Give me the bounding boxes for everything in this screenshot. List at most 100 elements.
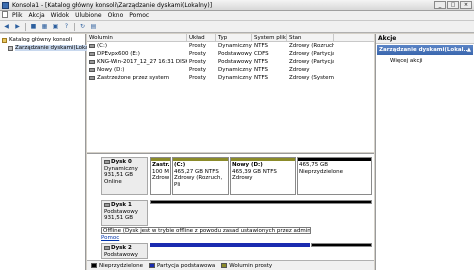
volume-row[interactable]: KNG-Win-2017_12_27 16:31 DISK_01 Prosty … <box>87 58 374 66</box>
tree-item-disk-management[interactable]: Zarządzanie dyskami(Lokalny) <box>0 44 99 52</box>
disk-row-1: Dysk 1 Podstawowy 931,51 GB Offline (Dys… <box>87 200 374 241</box>
volume-layout: Prosty <box>189 59 207 65</box>
menu-pomoc[interactable]: Pomoc <box>129 12 149 19</box>
volume-status: Zdrowy (Rozruch, Plik stron <box>289 43 334 49</box>
volume-name: Zastrzeżone przez system <box>97 75 170 81</box>
maximize-button[interactable]: □ <box>447 1 459 9</box>
volume-layout: Prosty <box>189 51 207 57</box>
volume-fs: NTFS <box>254 75 269 81</box>
document-menu-icon[interactable] <box>2 11 8 20</box>
up-icon[interactable]: ■ <box>29 22 38 31</box>
menu-okno[interactable]: Okno <box>108 12 124 19</box>
disk-icon <box>104 159 110 164</box>
disk-2-kind: Podstawowy <box>104 251 138 258</box>
disk-2-unallocated-bar[interactable] <box>311 243 372 247</box>
dynamic-volume-stripe <box>231 158 295 161</box>
volume-status: Zdrowy <box>289 67 310 73</box>
disk-icon <box>104 245 110 250</box>
volume-status: Zdrowy (System) <box>289 75 334 81</box>
volume-icon <box>89 44 95 48</box>
legend-simple-volume: Wolumin prosty <box>221 262 272 269</box>
volume-fs: CDFS <box>254 51 269 57</box>
disk-view: Dysk 0 Dynamiczny 931,51 GB Online Zastr… <box>87 153 374 270</box>
folder-icon <box>2 37 7 43</box>
partition-c[interactable]: (C:) 465,27 GB NTFS Zdrowy (Rozruch, Pli <box>172 157 229 195</box>
volume-layout: Prosty <box>189 75 207 81</box>
volume-layout: Prosty <box>189 67 207 73</box>
volume-name: (C:) <box>97 43 107 49</box>
column-header-wolumin[interactable]: Wolumin <box>87 34 187 41</box>
minimize-button[interactable]: _ <box>434 1 446 9</box>
menu-plik[interactable]: Plik <box>12 12 22 19</box>
partition-status: Zdrow <box>152 175 170 181</box>
disk-2-basic-bar[interactable] <box>150 243 310 247</box>
column-header-stan[interactable]: Stan <box>287 34 334 41</box>
volume-list-header: Wolumin Układ Typ System plików Stan <box>87 34 374 42</box>
disk-row-2: Dysk 2 Podstawowy <box>87 243 374 261</box>
legend-unallocated: Nieprzydzielone <box>91 262 143 269</box>
volume-type: Dynamiczny <box>218 43 252 49</box>
column-header-system-plikow[interactable]: System plików <box>252 34 287 41</box>
actions-title: Akcje <box>376 34 474 44</box>
window-controls: _ □ × <box>434 1 472 9</box>
tree-item-root[interactable]: Katalog główny konsoli <box>0 36 85 44</box>
collapse-caret-icon[interactable]: ▲ <box>467 45 471 55</box>
dynamic-volume-stripe <box>173 158 228 161</box>
simple-volume-swatch <box>221 262 228 268</box>
export-icon[interactable]: ▤ <box>89 22 98 31</box>
volume-fs: NTFS <box>254 43 269 49</box>
tree-root-label: Katalog główny konsoli <box>9 37 73 43</box>
disk-1-label[interactable]: Dysk 1 Podstawowy 931,51 GB <box>101 200 148 226</box>
volume-name: KNG-Win-2017_12_27 16:31 DISK_01 <box>97 59 187 65</box>
volume-row[interactable]: Nowy (D:) Prosty Dynamiczny NTFS Zdrowy <box>87 66 374 74</box>
offline-disk-icon <box>104 202 110 207</box>
dynamic-volume-stripe <box>151 158 170 161</box>
partition-reserved[interactable]: Zastr. 100 M Zdrow <box>150 157 171 195</box>
menu-widok[interactable]: Widok <box>51 12 69 19</box>
close-button[interactable]: × <box>460 1 472 9</box>
volume-type: Dynamiczny <box>218 75 252 81</box>
unallocated-stripe <box>298 158 371 161</box>
volume-row[interactable]: DPEvpx600 (E:) Prosty Podstawowy CDFS Zd… <box>87 50 374 58</box>
menu-ulubione[interactable]: Ulubione <box>75 12 102 19</box>
disk-0-label[interactable]: Dysk 0 Dynamiczny 931,51 GB Online <box>101 157 148 195</box>
volume-row[interactable]: Zastrzeżone przez system Prosty Dynamicz… <box>87 74 374 82</box>
title-bar: Konsola1 - [Katalog główny konsoli\Zarzą… <box>0 0 474 11</box>
console-tree-icon[interactable]: ▦ <box>40 22 49 31</box>
disk-management-icon <box>8 45 13 51</box>
help-icon[interactable]: ? <box>62 22 71 31</box>
primary-partition-swatch <box>148 262 155 268</box>
partition-d[interactable]: Nowy (D:) 465,39 GB NTFS Zdrowy <box>230 157 296 195</box>
partition-status: Zdrowy (Rozruch, Pli <box>174 175 223 188</box>
mmc-app-icon <box>2 1 9 9</box>
partition-status: Zdrowy <box>232 175 253 181</box>
volume-status: Zdrowy (Partycja podstaw <box>289 59 334 65</box>
help-link[interactable]: Pomoc <box>101 235 119 241</box>
properties-icon[interactable]: ▣ <box>51 22 60 31</box>
volume-layout: Prosty <box>189 43 207 49</box>
partition-unallocated[interactable]: 465,75 GB Nieprzydzielone <box>297 157 372 195</box>
volume-row[interactable]: (C:) Prosty Dynamiczny NTFS Zdrowy (Rozr… <box>87 42 374 50</box>
refresh-icon[interactable]: ↻ <box>78 22 87 31</box>
menu-akcja[interactable]: Akcja <box>28 12 44 19</box>
volume-icon <box>89 68 95 72</box>
actions-section-header[interactable]: Zarządzanie dyskami(Lokal... ▲ <box>377 45 473 55</box>
toolbar: ◀ ▶ ■ ▦ ▣ ? ↻ ▤ <box>0 21 474 33</box>
volume-icon <box>89 76 95 80</box>
volume-type: Podstawowy <box>218 59 252 65</box>
more-actions-item[interactable]: Więcej akcji <box>376 56 474 66</box>
volume-icon <box>89 60 95 64</box>
back-icon[interactable]: ◀ <box>2 22 11 31</box>
column-header-typ[interactable]: Typ <box>216 34 252 41</box>
volume-name: Nowy (D:) <box>97 67 125 73</box>
disk-2-name: Dysk 2 <box>111 245 132 251</box>
legend-primary-partition: Partycja podstawowa <box>148 262 215 269</box>
disk-row-0: Dysk 0 Dynamiczny 931,51 GB Online Zastr… <box>87 157 374 197</box>
disk-0-state: Online <box>104 178 122 185</box>
volume-name: DPEvpx600 (E:) <box>97 51 140 57</box>
disk-2-label[interactable]: Dysk 2 Podstawowy <box>101 243 148 259</box>
column-header-uklad[interactable]: Układ <box>187 34 216 41</box>
legend-bar: Nieprzydzielone Partycja podstawowa Wolu… <box>87 260 374 270</box>
forward-icon[interactable]: ▶ <box>13 22 22 31</box>
partition-label: (C:) <box>174 162 186 168</box>
